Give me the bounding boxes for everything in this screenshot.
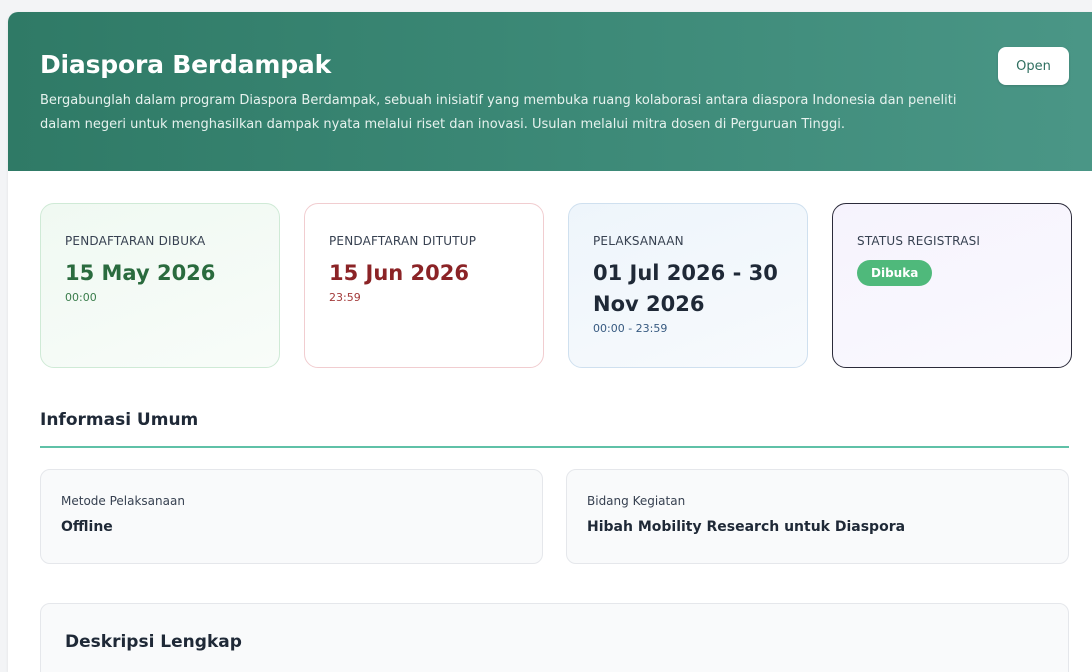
execution-time-range: 00:00 - 23:59 bbox=[593, 322, 668, 335]
full-description-box: Deskripsi Lengkap bbox=[40, 603, 1069, 672]
section-divider bbox=[40, 446, 1069, 448]
execution-label: PELAKSANAAN bbox=[593, 234, 684, 248]
registration-status-card: STATUS REGISTRASI Dibuka bbox=[832, 203, 1072, 368]
execution-card: PELAKSANAAN 01 Jul 2026 - 30 Nov 2026 00… bbox=[568, 203, 808, 368]
field-label: Bidang Kegiatan bbox=[587, 494, 686, 508]
status-badge: Dibuka bbox=[857, 260, 933, 286]
general-info-title: Informasi Umum bbox=[40, 410, 199, 430]
registration-open-time: 00:00 bbox=[65, 291, 97, 304]
field-value: Hibah Mobility Research untuk Diaspora bbox=[587, 519, 906, 535]
program-detail-page: Diaspora Berdampak Bergabunglah dalam pr… bbox=[8, 12, 1092, 672]
registration-open-date: 15 May 2026 bbox=[65, 261, 216, 285]
registration-close-card: PENDAFTARAN DITUTUP 15 Jun 2026 23:59 bbox=[304, 203, 544, 368]
registration-open-label: PENDAFTARAN DIBUKA bbox=[65, 234, 206, 248]
schedule-cards: PENDAFTARAN DIBUKA 15 May 2026 00:00 PEN… bbox=[40, 203, 1072, 368]
execution-date-range: 01 Jul 2026 - 30 Nov 2026 bbox=[593, 261, 778, 316]
registration-status-label: STATUS REGISTRASI bbox=[857, 234, 981, 248]
method-info-box: Metode Pelaksanaan Offline bbox=[40, 469, 543, 564]
program-title: Diaspora Berdampak bbox=[40, 50, 331, 79]
field-info-box: Bidang Kegiatan Hibah Mobility Research … bbox=[566, 469, 1069, 564]
registration-close-time: 23:59 bbox=[329, 291, 361, 304]
hero-banner: Diaspora Berdampak Bergabunglah dalam pr… bbox=[8, 12, 1092, 171]
registration-close-date: 15 Jun 2026 bbox=[329, 261, 470, 285]
full-description-title: Deskripsi Lengkap bbox=[65, 632, 242, 652]
method-value: Offline bbox=[61, 519, 113, 535]
method-label: Metode Pelaksanaan bbox=[61, 494, 185, 508]
registration-close-label: PENDAFTARAN DITUTUP bbox=[329, 234, 477, 248]
registration-open-card: PENDAFTARAN DIBUKA 15 May 2026 00:00 bbox=[40, 203, 280, 368]
open-button[interactable]: Open bbox=[998, 47, 1069, 85]
program-description: Bergabunglah dalam program Diaspora Berd… bbox=[40, 93, 957, 132]
